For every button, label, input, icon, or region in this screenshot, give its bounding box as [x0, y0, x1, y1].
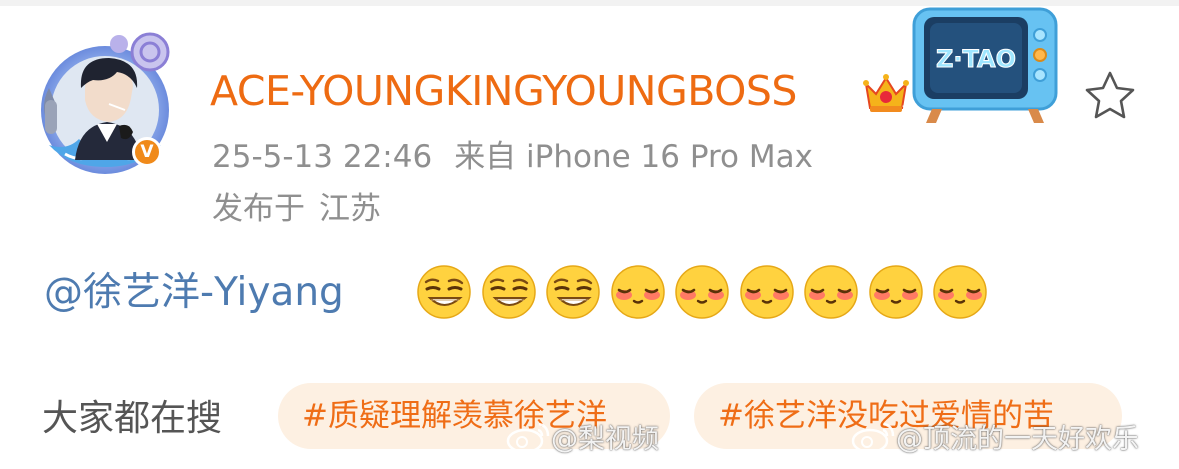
verified-badge: V — [132, 137, 162, 167]
shy-emoji-icon — [675, 265, 729, 319]
mention-link[interactable]: @徐艺洋-Yiyang — [44, 268, 344, 318]
location-prefix: 发布于 — [212, 191, 305, 227]
shy-emoji-icon — [739, 265, 794, 319]
top-divider — [0, 0, 1179, 6]
watermark: @梨视频 — [505, 420, 659, 460]
post-timestamp: 25-5-13 22:46 — [212, 139, 433, 175]
watermark-text: @梨视频 — [551, 424, 659, 455]
smirk-emoji-icon — [546, 265, 600, 319]
trending-label: 大家都在搜 — [42, 398, 223, 439]
smirk-emoji-icon — [481, 265, 536, 319]
post-location: 江苏 — [319, 191, 381, 227]
weibo-logo-icon — [506, 422, 550, 454]
weibo-logo-icon — [851, 422, 895, 454]
author-avatar[interactable]: V — [35, 30, 175, 180]
crown-vip-icon[interactable]: 7 — [862, 70, 910, 114]
shy-emoji-icon — [868, 265, 923, 319]
author-name[interactable]: ACE-YOUNGKINGYOUNGBOSS — [210, 65, 797, 117]
star-outline-icon[interactable] — [1083, 70, 1137, 120]
fan-badge-text: Z·TAO — [936, 45, 1016, 73]
tv-badge-icon[interactable]: Z·TAO — [912, 7, 1058, 125]
post-source: 来自 iPhone 16 Pro Max — [454, 139, 813, 175]
shy-emoji-icon — [933, 265, 987, 319]
shy-emoji-icon — [804, 265, 858, 319]
watermark: @顶流的一天好欢乐 — [850, 420, 1139, 460]
svg-text:7: 7 — [902, 105, 908, 114]
post-location-line: 发布于 江苏 — [212, 188, 381, 230]
shy-emoji-icon — [610, 265, 665, 319]
smirk-emoji-icon — [417, 265, 471, 319]
post-meta: 25-5-13 22:46 来自 iPhone 16 Pro Max — [212, 136, 813, 178]
emoji-row — [416, 264, 997, 320]
watermark-text: @顶流的一天好欢乐 — [896, 424, 1139, 455]
